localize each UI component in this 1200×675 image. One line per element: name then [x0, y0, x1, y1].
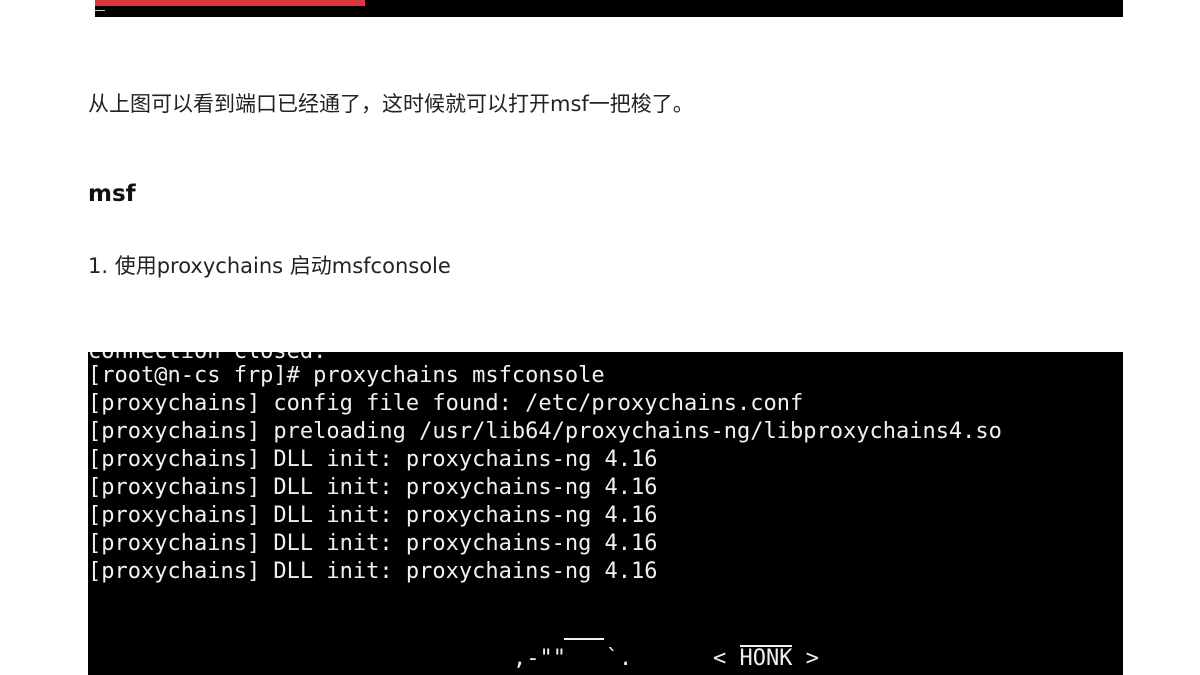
- terminal-command-line: [root@n-cs frp]# proxychains msfconsole: [88, 363, 605, 388]
- ascii-art-overline: [564, 638, 604, 640]
- terminal-line: [proxychains] DLL init: proxychains-ng 4…: [88, 503, 658, 528]
- honk-bubble: < HONK >: [713, 645, 819, 673]
- terminal-screenshot: connection closed. [root@n-cs frp]# prox…: [88, 352, 1123, 675]
- red-highlight-strip: [95, 0, 365, 6]
- terminal-line: [proxychains] DLL init: proxychains-ng 4…: [88, 475, 658, 500]
- terminal-line: [proxychains] DLL init: proxychains-ng 4…: [88, 559, 658, 584]
- terminal-output: [root@n-cs frp]# proxychains msfconsole …: [88, 362, 1002, 586]
- honk-word: HONK: [739, 645, 793, 671]
- body-paragraph: 从上图可以看到端口已经通了，这时候就可以打开msf一把梭了。: [88, 92, 694, 116]
- ascii-goose-art: ,-"" `.: [513, 646, 633, 671]
- honk-left-bracket: <: [713, 646, 740, 671]
- top-screenshot-image: [95, 0, 1123, 17]
- section-heading-msf: msf: [88, 181, 136, 207]
- terminal-line: [proxychains] DLL init: proxychains-ng 4…: [88, 447, 658, 472]
- honk-right-bracket: >: [792, 646, 819, 671]
- terminal-line: [proxychains] config file found: /etc/pr…: [88, 391, 804, 416]
- terminal-line: [proxychains] preloading /usr/lib64/prox…: [88, 419, 1002, 444]
- image-corner-mark: [95, 5, 105, 11]
- list-item-step-1: 1. 使用proxychains 启动msfconsole: [88, 254, 451, 278]
- terminal-line: [proxychains] DLL init: proxychains-ng 4…: [88, 531, 658, 556]
